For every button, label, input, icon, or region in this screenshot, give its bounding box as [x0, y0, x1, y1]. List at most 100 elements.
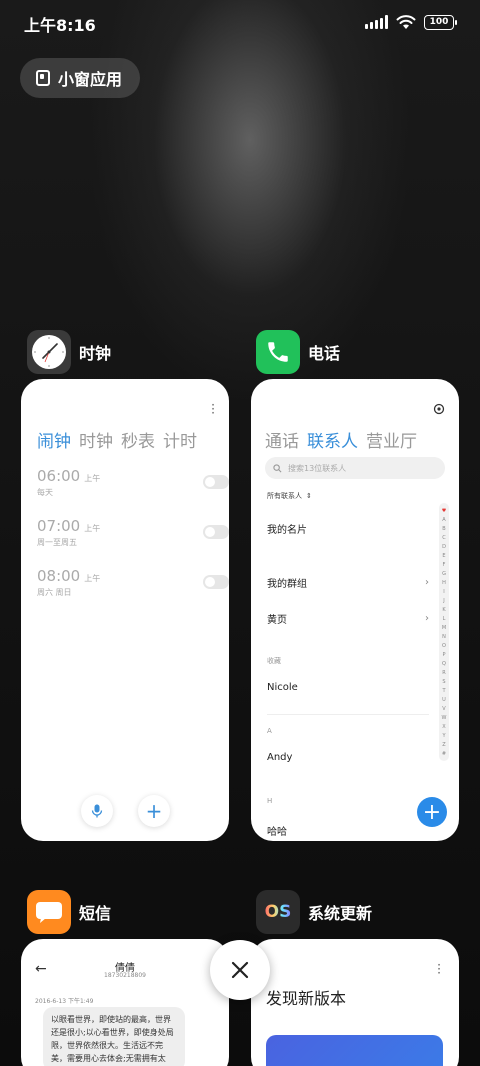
- alphabet-index-letter[interactable]: T: [442, 687, 445, 696]
- add-contact-button[interactable]: +: [417, 797, 447, 827]
- alarm-item[interactable]: 06:00 上午 每天: [37, 467, 229, 498]
- phone-app-header[interactable]: 电话: [256, 330, 340, 374]
- tab-contacts[interactable]: 联系人: [307, 427, 358, 452]
- alarm-period: 上午: [84, 524, 101, 533]
- contact-row[interactable]: Andy: [267, 752, 429, 763]
- alphabet-index-letter[interactable]: L: [443, 615, 446, 624]
- os-logo-text: OS: [264, 902, 292, 922]
- tab-timer[interactable]: 计时: [163, 427, 197, 452]
- alphabet-index-letter[interactable]: K: [442, 606, 445, 615]
- alphabet-index-letter[interactable]: D: [442, 543, 446, 552]
- all-contacts-filter[interactable]: 所有联系人 ⇕: [267, 491, 312, 501]
- alphabet-index-letter[interactable]: F: [443, 561, 446, 570]
- alphabet-index-letter[interactable]: W: [442, 714, 447, 723]
- clock-app-card[interactable]: · · · 闹钟 时钟 秒表 计时 06:00 上午 每天 07:00 上午 周一至周五…: [21, 379, 229, 841]
- alarm-period: 上午: [84, 574, 101, 583]
- alarm-toggle[interactable]: [203, 475, 229, 489]
- alphabet-index-letter[interactable]: #: [442, 750, 446, 759]
- alphabet-index-letter[interactable]: J: [443, 597, 444, 606]
- tab-calls[interactable]: 通话: [265, 427, 299, 452]
- phone-app-card[interactable]: 通话 联系人 营业厅 搜索13位联系人 所有联系人 ⇕ 我的名片 我的群组 › 黄…: [251, 379, 459, 841]
- small-window-label: 小窗应用: [58, 70, 123, 89]
- clock-app-icon: [27, 330, 71, 374]
- alphabet-index-letter[interactable]: Z: [442, 741, 445, 750]
- alphabet-index-letter[interactable]: N: [442, 633, 446, 642]
- tab-alarm[interactable]: 闹钟: [37, 427, 71, 452]
- alphabet-index-letter[interactable]: O: [442, 642, 446, 651]
- alarm-repeat: 周六 周日: [37, 588, 72, 597]
- alphabet-index-letter[interactable]: C: [442, 534, 446, 543]
- small-window-icon: [36, 70, 50, 86]
- alphabet-index-letter[interactable]: E: [442, 552, 445, 561]
- alphabet-index-letter[interactable]: A: [442, 516, 445, 525]
- alphabet-index-letter[interactable]: ♥: [442, 507, 446, 516]
- system-update-app-icon: OS: [256, 890, 300, 934]
- alarm-toggle[interactable]: [203, 575, 229, 589]
- search-placeholder: 搜索13位联系人: [288, 463, 347, 473]
- tab-stopwatch[interactable]: 秒表: [121, 427, 155, 452]
- my-groups-label: 我的群组: [267, 579, 307, 590]
- sms-app-header[interactable]: 短信: [27, 890, 111, 934]
- plus-icon: +: [422, 799, 442, 825]
- alphabet-index-letter[interactable]: Q: [442, 660, 446, 669]
- yellow-pages-row[interactable]: 黄页 ›: [267, 611, 429, 626]
- alarm-repeat: 周一至周五: [37, 538, 77, 547]
- clock-tabs: 闹钟 时钟 秒表 计时: [37, 427, 197, 452]
- tab-service-hall[interactable]: 营业厅: [366, 427, 417, 452]
- alphabet-index-letter[interactable]: B: [442, 525, 445, 534]
- tab-clock[interactable]: 时钟: [79, 427, 113, 452]
- alphabet-index-letter[interactable]: R: [442, 669, 445, 678]
- alarm-repeat: 每天: [37, 488, 53, 497]
- system-update-app-header[interactable]: OS 系统更新: [256, 890, 372, 934]
- alarm-item[interactable]: 08:00 上午 周六 周日: [37, 567, 229, 598]
- yellow-pages-label: 黄页: [267, 615, 287, 626]
- settings-icon[interactable]: [433, 403, 445, 415]
- update-banner-image: [266, 1035, 443, 1066]
- alphabet-index-letter[interactable]: U: [442, 696, 446, 705]
- voice-alarm-button[interactable]: [81, 795, 113, 827]
- conversation-number: 18730218809: [104, 972, 146, 979]
- alarm-item[interactable]: 07:00 上午 周一至周五: [37, 517, 229, 548]
- contact-name: Nicole: [267, 682, 298, 693]
- contact-row[interactable]: 哈哈: [267, 823, 429, 838]
- alphabet-index-letter[interactable]: S: [442, 678, 445, 687]
- contact-row[interactable]: Nicole: [267, 682, 429, 693]
- chevron-right-icon: ›: [425, 577, 429, 588]
- search-icon: [273, 463, 282, 472]
- alarm-time: 07:00: [37, 517, 81, 535]
- my-card-label: 我的名片: [267, 525, 307, 536]
- alarm-toggle[interactable]: [203, 525, 229, 539]
- my-groups-row[interactable]: 我的群组 ›: [267, 575, 429, 590]
- alphabet-index-letter[interactable]: Y: [442, 732, 445, 741]
- small-window-apps-button[interactable]: 小窗应用: [20, 58, 140, 98]
- section-header-h: H: [267, 797, 273, 805]
- signal-icon: [365, 15, 388, 29]
- more-options-icon[interactable]: · · ·: [437, 959, 441, 979]
- alphabet-index-letter[interactable]: V: [442, 705, 445, 714]
- battery-level: 100: [429, 17, 449, 27]
- system-update-app-card[interactable]: · · · 发现新版本: [251, 939, 459, 1066]
- more-options-icon[interactable]: · · ·: [211, 399, 215, 419]
- contact-name: 哈哈: [267, 827, 287, 838]
- add-alarm-button[interactable]: +: [138, 795, 170, 827]
- battery-icon: 100: [424, 14, 457, 30]
- alphabet-index-scrollbar[interactable]: ♥ A B C D E F G H I J K L M N O P Q R S T U V W X Y Z #: [439, 503, 449, 761]
- message-bubble: 以眼看世界，即使站的最高，世界还是很小;以心看世界，即使身处局限，世界依然很大。…: [43, 1007, 185, 1066]
- favorites-section-label: 收藏: [267, 657, 281, 665]
- alphabet-index-letter[interactable]: M: [442, 624, 446, 633]
- clock-app-header[interactable]: 时钟: [27, 330, 111, 374]
- alphabet-index-letter[interactable]: H: [442, 579, 446, 588]
- alphabet-index-letter[interactable]: P: [442, 651, 445, 660]
- phone-app-name: 电话: [308, 344, 341, 363]
- clear-all-button[interactable]: [210, 940, 270, 1000]
- alphabet-index-letter[interactable]: X: [442, 723, 445, 732]
- alarm-time: 06:00: [37, 467, 81, 485]
- contact-search-input[interactable]: 搜索13位联系人: [265, 457, 445, 479]
- plus-icon: +: [145, 799, 163, 823]
- my-card-row[interactable]: 我的名片: [267, 521, 429, 536]
- divider: [267, 714, 429, 715]
- wifi-icon: [396, 15, 416, 29]
- sms-app-card[interactable]: ← 倩倩 18730218809 2016-6-13 下午1:49 以眼看世界，…: [21, 939, 229, 1066]
- alphabet-index-letter[interactable]: I: [443, 588, 444, 597]
- alphabet-index-letter[interactable]: G: [442, 570, 446, 579]
